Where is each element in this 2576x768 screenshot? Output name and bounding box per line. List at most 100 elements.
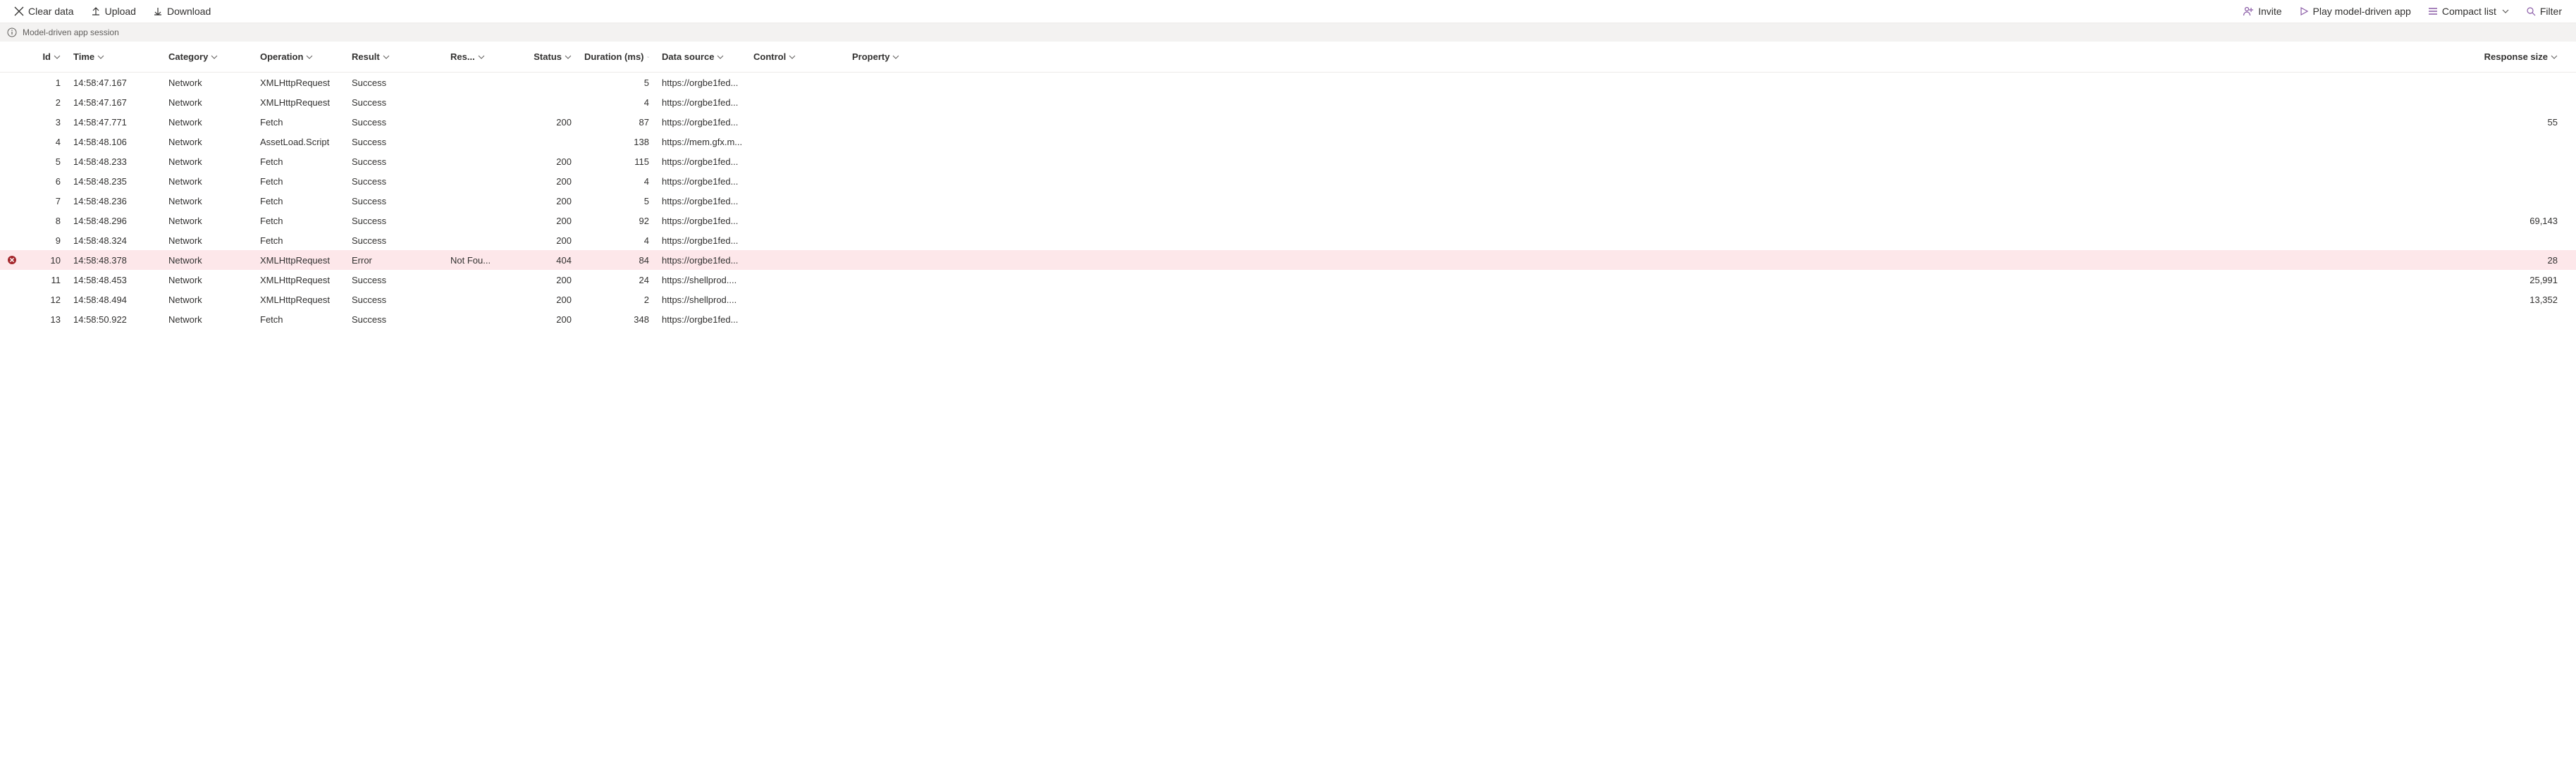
header-duration[interactable]: Duration (ms)	[584, 51, 662, 62]
cell-category: Network	[168, 117, 260, 128]
cell-data-source: https://orgbe1fed...	[662, 216, 753, 226]
cell-result: Success	[352, 97, 450, 108]
cell-category: Network	[168, 78, 260, 88]
filter-button[interactable]: Filter	[2526, 6, 2562, 17]
cell-response-size: 25,991	[2479, 275, 2570, 285]
toolbar-right: Invite Play model-driven app Compact lis…	[2243, 6, 2562, 17]
person-add-icon	[2243, 6, 2254, 17]
cell-operation: Fetch	[260, 314, 352, 325]
cell-time: 14:58:48.494	[73, 295, 168, 305]
cell-data-source: https://orgbe1fed...	[662, 176, 753, 187]
header-result[interactable]: Result	[352, 51, 450, 62]
cell-response-size: 28	[2479, 255, 2570, 266]
upload-button[interactable]: Upload	[91, 6, 136, 17]
clear-data-button[interactable]: Clear data	[14, 6, 74, 17]
cell-category: Network	[168, 196, 260, 206]
download-icon	[153, 6, 163, 16]
cell-time: 14:58:48.296	[73, 216, 168, 226]
cell-category: Network	[168, 314, 260, 325]
cell-data-source: https://shellprod....	[662, 275, 753, 285]
cell-time: 14:58:48.453	[73, 275, 168, 285]
cell-data-source: https://orgbe1fed...	[662, 255, 753, 266]
session-bar-label: Model-driven app session	[23, 27, 119, 37]
download-button[interactable]: Download	[153, 6, 211, 17]
table-row[interactable]: 314:58:47.771NetworkFetchSuccess20087htt…	[0, 112, 2576, 132]
cell-duration: 138	[584, 137, 662, 147]
invite-button[interactable]: Invite	[2243, 6, 2281, 17]
cell-data-source: https://orgbe1fed...	[662, 156, 753, 167]
table-row[interactable]: 1014:58:48.378NetworkXMLHttpRequestError…	[0, 250, 2576, 270]
cell-category: Network	[168, 216, 260, 226]
header-time[interactable]: Time	[73, 51, 168, 62]
cell-operation: XMLHttpRequest	[260, 97, 352, 108]
cell-operation: XMLHttpRequest	[260, 295, 352, 305]
header-category[interactable]: Category	[168, 51, 260, 62]
cell-status: 200	[507, 117, 584, 128]
cell-operation: Fetch	[260, 216, 352, 226]
cell-id: 8	[24, 216, 73, 226]
compact-list-button[interactable]: Compact list	[2428, 6, 2509, 17]
cell-status: 200	[507, 314, 584, 325]
cell-operation: Fetch	[260, 117, 352, 128]
table-row[interactable]: 514:58:48.233NetworkFetchSuccess200115ht…	[0, 151, 2576, 171]
cell-time: 14:58:48.106	[73, 137, 168, 147]
cell-result: Success	[352, 196, 450, 206]
cell-id: 7	[24, 196, 73, 206]
header-id[interactable]: Id	[24, 51, 73, 62]
chevron-down-icon	[306, 54, 313, 61]
table-row[interactable]: 914:58:48.324NetworkFetchSuccess2004http…	[0, 230, 2576, 250]
cell-data-source: https://orgbe1fed...	[662, 314, 753, 325]
upload-icon	[91, 6, 101, 16]
cell-result: Success	[352, 137, 450, 147]
header-data-source[interactable]: Data source	[662, 51, 753, 62]
cell-category: Network	[168, 295, 260, 305]
cell-status: 200	[507, 156, 584, 167]
header-operation[interactable]: Operation	[260, 51, 352, 62]
cell-data-source: https://shellprod....	[662, 295, 753, 305]
cell-response-size: 13,352	[2479, 295, 2570, 305]
table-row[interactable]: 814:58:48.296NetworkFetchSuccess20092htt…	[0, 211, 2576, 230]
table-row[interactable]: 1214:58:48.494NetworkXMLHttpRequestSucce…	[0, 290, 2576, 309]
chevron-down-icon	[54, 54, 61, 61]
table-row[interactable]: 214:58:47.167NetworkXMLHttpRequestSucces…	[0, 92, 2576, 112]
header-res[interactable]: Res...	[450, 51, 507, 62]
cell-time: 14:58:48.378	[73, 255, 168, 266]
table-row[interactable]: 1114:58:48.453NetworkXMLHttpRequestSucce…	[0, 270, 2576, 290]
table-body: 114:58:47.167NetworkXMLHttpRequestSucces…	[0, 73, 2576, 329]
cell-time: 14:58:47.167	[73, 97, 168, 108]
error-icon	[8, 256, 16, 264]
chevron-down-icon	[789, 54, 796, 61]
monitor-table: Id Time Category Operation Result Res...…	[0, 42, 2576, 329]
cell-result: Success	[352, 216, 450, 226]
cell-id: 1	[24, 78, 73, 88]
clear-data-label: Clear data	[28, 6, 74, 17]
row-status-icon-cell	[6, 256, 24, 264]
table-row[interactable]: 414:58:48.106NetworkAssetLoad.ScriptSucc…	[0, 132, 2576, 151]
chevron-down-icon	[892, 54, 899, 61]
list-icon	[2428, 6, 2438, 16]
cell-time: 14:58:47.771	[73, 117, 168, 128]
chevron-down-icon	[2551, 54, 2558, 61]
table-row[interactable]: 714:58:48.236NetworkFetchSuccess2005http…	[0, 191, 2576, 211]
header-control[interactable]: Control	[753, 51, 852, 62]
cell-duration: 115	[584, 156, 662, 167]
cell-operation: Fetch	[260, 156, 352, 167]
header-property[interactable]: Property	[852, 51, 986, 62]
toolbar-left: Clear data Upload Download	[14, 6, 211, 17]
upload-label: Upload	[105, 6, 136, 17]
table-row[interactable]: 114:58:47.167NetworkXMLHttpRequestSucces…	[0, 73, 2576, 92]
table-row[interactable]: 1314:58:50.922NetworkFetchSuccess200348h…	[0, 309, 2576, 329]
cell-result: Success	[352, 156, 450, 167]
play-button[interactable]: Play model-driven app	[2299, 6, 2411, 17]
table-row[interactable]: 614:58:48.235NetworkFetchSuccess2004http…	[0, 171, 2576, 191]
cell-duration: 87	[584, 117, 662, 128]
cell-status: 200	[507, 196, 584, 206]
header-status[interactable]: Status	[507, 51, 584, 62]
cell-duration: 5	[584, 196, 662, 206]
cell-operation: XMLHttpRequest	[260, 275, 352, 285]
header-response-size[interactable]: Response size	[2479, 51, 2570, 62]
compact-list-label: Compact list	[2442, 6, 2496, 17]
cell-id: 10	[24, 255, 73, 266]
invite-label: Invite	[2258, 6, 2281, 17]
chevron-down-icon	[565, 54, 572, 61]
